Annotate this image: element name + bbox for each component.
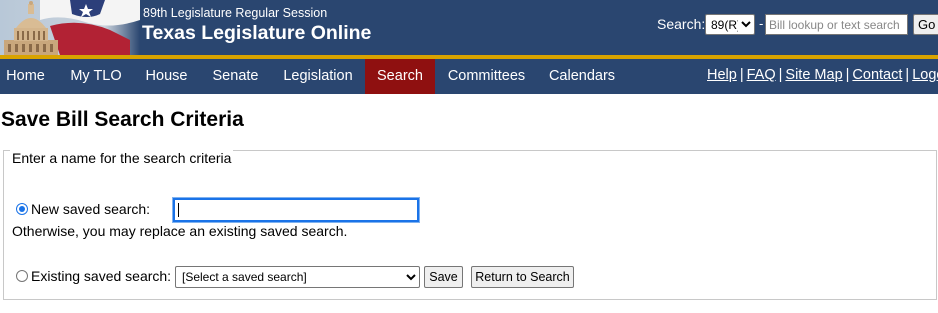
text-caret — [178, 203, 179, 217]
otherwise-text: Otherwise, you may replace an existing s… — [12, 223, 348, 239]
help-link[interactable]: Help — [707, 67, 737, 83]
nav-item-committees[interactable]: Committees — [442, 59, 531, 94]
page-title: Save Bill Search Criteria — [1, 108, 244, 131]
nav-item-house[interactable]: House — [138, 59, 195, 94]
util-separator: | — [739, 67, 744, 83]
utility-links: Help|FAQ|Site Map|Contact|Logout — [707, 67, 938, 83]
new-search-label: New saved search: — [31, 201, 151, 217]
nav-item-search[interactable]: Search — [365, 59, 435, 94]
existing-search-select[interactable]: [Select a saved search] — [175, 266, 420, 288]
session-text: 89th Legislature Regular Session — [143, 6, 328, 20]
search-label: Search: — [657, 16, 706, 32]
site-map-link[interactable]: Site Map — [785, 67, 842, 83]
session-select[interactable]: 89(R) — [705, 14, 755, 35]
nav-item-calendars[interactable]: Calendars — [544, 59, 620, 94]
nav-item-senate[interactable]: Senate — [203, 59, 268, 94]
capitol-flag-logo[interactable] — [0, 0, 140, 55]
nav-item-home[interactable]: Home — [0, 59, 51, 94]
search-separator: - — [759, 16, 764, 31]
save-button[interactable]: Save — [424, 266, 463, 288]
logout-link[interactable]: Logout — [912, 67, 938, 83]
main-nav: Home My TLO House Senate Legislation Sea… — [0, 59, 938, 94]
util-separator: | — [845, 67, 850, 83]
bill-lookup-input[interactable] — [765, 14, 908, 35]
util-separator: | — [778, 67, 783, 83]
go-button[interactable]: Go — [913, 14, 938, 35]
header-banner: 89th Legislature Regular Session Texas L… — [0, 0, 938, 55]
contact-link[interactable]: Contact — [852, 67, 902, 83]
nav-item-legislation[interactable]: Legislation — [276, 59, 360, 94]
nav-item-my-tlo[interactable]: My TLO — [60, 59, 132, 94]
existing-search-label: Existing saved search: — [31, 268, 172, 284]
new-search-radio[interactable] — [16, 203, 28, 215]
site-title[interactable]: Texas Legislature Online — [142, 22, 371, 45]
faq-link[interactable]: FAQ — [747, 67, 776, 83]
fieldset-legend: Enter a name for the search criteria — [10, 150, 234, 166]
existing-search-radio[interactable] — [16, 270, 28, 282]
util-separator: | — [905, 67, 910, 83]
return-to-search-button[interactable]: Return to Search — [471, 266, 574, 288]
new-search-name-input[interactable] — [172, 197, 420, 223]
